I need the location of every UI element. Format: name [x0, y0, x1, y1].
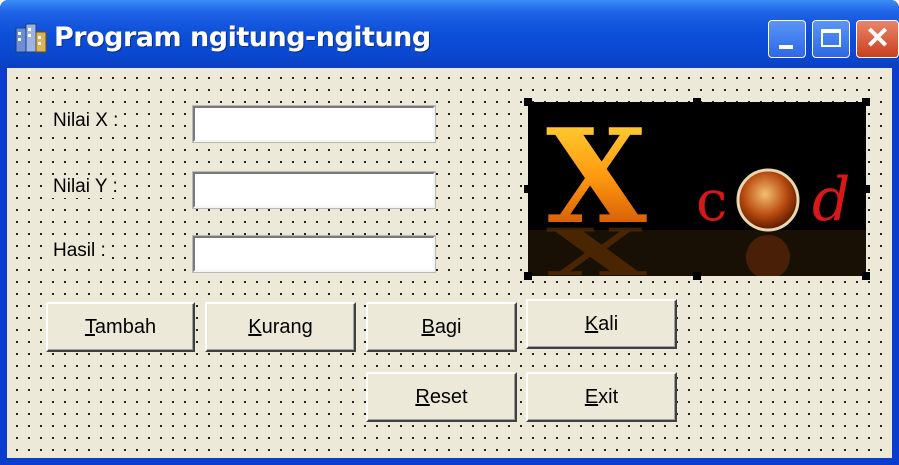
selection-handle[interactable] — [693, 98, 701, 106]
kurang-label: urang — [261, 316, 313, 338]
nilai-y-label: Nilai Y : — [51, 176, 120, 198]
selection-handle[interactable] — [862, 272, 870, 280]
exit-mnemonic: E — [584, 386, 599, 408]
reset-button[interactable]: Reset — [366, 372, 517, 422]
svg-text:c: c — [696, 169, 727, 234]
application-window: Program ngitung-ngitung ✕ Nilai X : Nila… — [0, 0, 899, 465]
hasil-input[interactable] — [192, 235, 436, 273]
tambah-mnemonic: T — [84, 316, 95, 338]
svg-text:d: d — [812, 165, 850, 235]
nilai-x-input[interactable] — [192, 105, 436, 143]
selection-handle[interactable] — [862, 185, 870, 193]
kali-mnemonic: K — [584, 313, 599, 335]
maximize-button[interactable] — [812, 20, 850, 58]
title-bar[interactable]: Program ngitung-ngitung ✕ — [0, 0, 899, 68]
minimize-button[interactable] — [768, 20, 806, 58]
kurang-mnemonic: K — [248, 316, 262, 338]
selection-handle[interactable] — [693, 272, 701, 280]
selection-handle[interactable] — [524, 185, 532, 193]
selection-handle[interactable] — [862, 98, 870, 106]
exit-button[interactable]: Exit — [526, 372, 677, 422]
kali-label: ali — [598, 313, 619, 335]
tambah-label: ambah — [94, 316, 157, 338]
kali-button[interactable]: Kali — [526, 299, 677, 349]
window-title: Program ngitung-ngitung — [54, 22, 431, 53]
close-icon: ✕ — [865, 22, 891, 55]
maximize-icon — [821, 29, 841, 47]
kurang-button[interactable]: Kurang — [205, 302, 356, 352]
exit-label: xit — [598, 386, 619, 408]
close-button[interactable]: ✕ — [856, 20, 899, 58]
bagi-button[interactable]: Bagi — [366, 302, 517, 352]
reset-mnemonic: R — [415, 386, 430, 408]
minimize-icon — [779, 45, 793, 49]
building-icon — [15, 23, 47, 53]
bagi-mnemonic: B — [421, 316, 435, 338]
form-design-surface: Nilai X : Nilai Y : Hasil : X X c d Tamb… — [7, 68, 892, 458]
bagi-label: agi — [434, 316, 462, 338]
selection-handle[interactable] — [524, 272, 532, 280]
hasil-label: Hasil : — [51, 240, 108, 262]
nilai-x-label: Nilai X : — [51, 110, 121, 132]
selection-handle[interactable] — [524, 98, 532, 106]
nilai-y-input[interactable] — [192, 171, 436, 209]
reset-label: eset — [429, 386, 468, 408]
tambah-button[interactable]: Tambah — [46, 302, 195, 352]
logo-picture-box[interactable]: X X c d — [528, 102, 866, 276]
xcode-logo-image: X X c d — [528, 102, 866, 276]
svg-text:X: X — [546, 215, 647, 276]
